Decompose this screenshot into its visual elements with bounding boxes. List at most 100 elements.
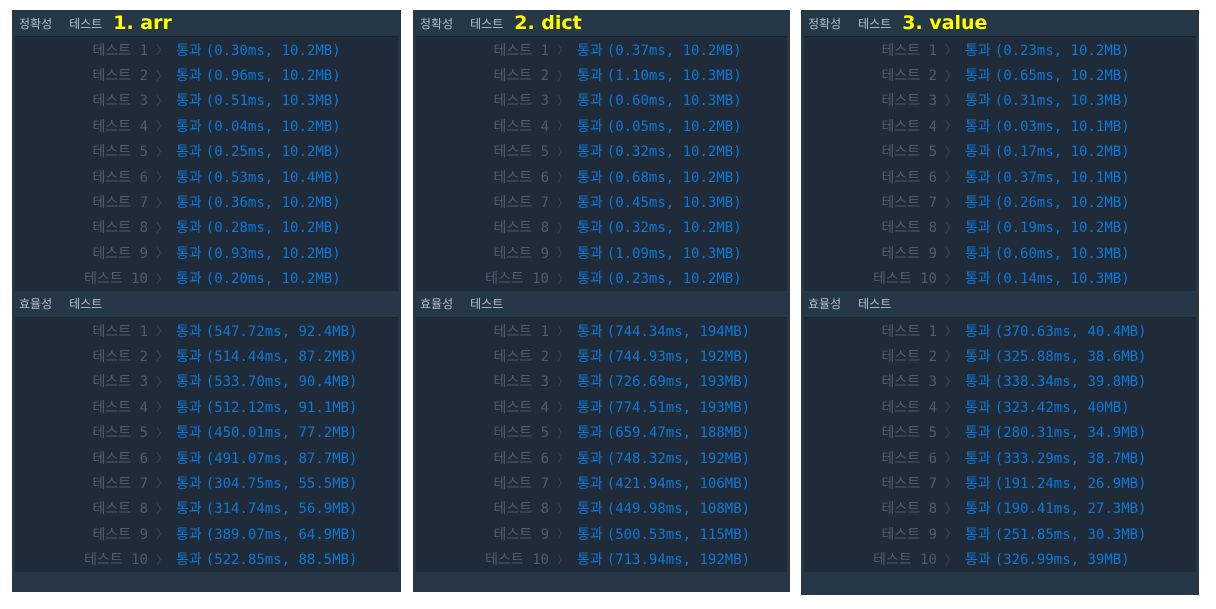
test-row[interactable]: 테스트 10 〉 통과 (326.99ms, 39MB) <box>804 546 1196 571</box>
test-row[interactable]: 테스트 8 〉 통과 (314.74ms, 56.9MB) <box>15 496 398 521</box>
test-row[interactable]: 테스트 5 〉 통과 (0.32ms, 10.2MB) <box>416 139 787 164</box>
test-row[interactable]: 테스트 1 〉 통과 (0.37ms, 10.2MB) <box>416 37 787 62</box>
test-row[interactable]: 테스트 1 〉 통과 (0.30ms, 10.2MB) <box>15 37 398 62</box>
result-metrics: (333.29ms, 38.7MB) <box>994 450 1147 467</box>
chevron-right-icon: 〉 <box>944 43 957 58</box>
test-row[interactable]: 테스트 2 〉 통과 (0.65ms, 10.2MB) <box>804 62 1196 87</box>
test-row[interactable]: 테스트 3 〉 통과 (0.51ms, 10.3MB) <box>15 88 398 113</box>
chevron-right-icon: 〉 <box>556 246 569 261</box>
test-row[interactable]: 테스트 5 〉 통과 (450.01ms, 77.2MB) <box>15 419 398 444</box>
test-row[interactable]: 테스트 3 〉 통과 (533.70ms, 90.4MB) <box>15 369 398 394</box>
test-row[interactable]: 테스트 7 〉 통과 (0.36ms, 10.2MB) <box>15 189 398 214</box>
test-row[interactable]: 테스트 1 〉 통과 (547.72ms, 92.4MB) <box>15 318 398 343</box>
pass-status: 통과 <box>965 144 991 161</box>
test-row[interactable]: 테스트 8 〉 통과 (449.98ms, 108MB) <box>416 496 787 521</box>
result-panel-value: 정확성 테스트 3. value 테스트 1 〉 통과 (0.23ms, 10.2MB… <box>801 10 1199 595</box>
test-row[interactable]: 테스트 5 〉 통과 (0.25ms, 10.2MB) <box>15 139 398 164</box>
test-result: 통과 (0.96ms, 10.2MB) <box>176 65 341 85</box>
pass-status: 통과 <box>965 552 991 569</box>
pass-status: 통과 <box>577 552 603 569</box>
test-result: 통과 (0.60ms, 10.3MB) <box>577 90 742 110</box>
test-row[interactable]: 테스트 10 〉 통과 (713.94ms, 192MB) <box>416 546 787 571</box>
test-row[interactable]: 테스트 10 〉 통과 (0.20ms, 10.2MB) <box>15 266 398 291</box>
test-row[interactable]: 테스트 8 〉 통과 (0.32ms, 10.2MB) <box>416 215 787 240</box>
pass-status: 통과 <box>577 526 603 543</box>
test-row[interactable]: 테스트 9 〉 통과 (1.09ms, 10.3MB) <box>416 240 787 265</box>
test-row[interactable]: 테스트 4 〉 통과 (512.12ms, 91.1MB) <box>15 394 398 419</box>
test-row[interactable]: 테스트 2 〉 통과 (1.10ms, 10.3MB) <box>416 62 787 87</box>
test-row[interactable]: 테스트 7 〉 통과 (0.26ms, 10.2MB) <box>804 189 1196 214</box>
test-row[interactable]: 테스트 7 〉 통과 (0.45ms, 10.3MB) <box>416 189 787 214</box>
test-row[interactable]: 테스트 4 〉 통과 (0.03ms, 10.1MB) <box>804 113 1196 138</box>
test-result: 통과 (0.37ms, 10.2MB) <box>577 40 742 60</box>
test-label: 테스트 3 <box>493 93 550 110</box>
result-metrics: (0.93ms, 10.2MB) <box>205 245 341 262</box>
test-row[interactable]: 테스트 3 〉 통과 (0.60ms, 10.3MB) <box>416 88 787 113</box>
result-metrics: (522.85ms, 88.5MB) <box>205 552 358 569</box>
test-row[interactable]: 테스트 8 〉 통과 (0.28ms, 10.2MB) <box>15 215 398 240</box>
test-label: 테스트 7 <box>92 195 149 212</box>
chevron-right-icon: 〉 <box>556 119 569 134</box>
efficiency-header: 효율성 테스트 <box>416 291 787 317</box>
test-row[interactable]: 테스트 9 〉 통과 (0.93ms, 10.2MB) <box>15 240 398 265</box>
pass-status: 통과 <box>965 118 991 135</box>
test-row[interactable]: 테스트 4 〉 통과 (0.05ms, 10.2MB) <box>416 113 787 138</box>
result-metrics: (491.07ms, 87.7MB) <box>205 450 358 467</box>
test-row[interactable]: 테스트 9 〉 통과 (500.53ms, 115MB) <box>416 521 787 546</box>
test-result: 통과 (0.17ms, 10.2MB) <box>965 141 1130 161</box>
test-row[interactable]: 테스트 1 〉 통과 (370.63ms, 40.4MB) <box>804 318 1196 343</box>
test-row[interactable]: 테스트 10 〉 통과 (0.23ms, 10.2MB) <box>416 266 787 291</box>
test-row[interactable]: 테스트 4 〉 통과 (774.51ms, 193MB) <box>416 394 787 419</box>
result-metrics: (0.23ms, 10.2MB) <box>994 42 1130 59</box>
test-row[interactable]: 테스트 7 〉 통과 (421.94ms, 106MB) <box>416 470 787 495</box>
result-metrics: (0.30ms, 10.2MB) <box>205 42 341 59</box>
test-row[interactable]: 테스트 4 〉 통과 (323.42ms, 40MB) <box>804 394 1196 419</box>
result-metrics: (389.07ms, 64.9MB) <box>205 526 358 543</box>
pass-status: 통과 <box>577 501 603 518</box>
test-row[interactable]: 테스트 9 〉 통과 (0.60ms, 10.3MB) <box>804 240 1196 265</box>
test-row[interactable]: 테스트 9 〉 통과 (251.85ms, 30.3MB) <box>804 521 1196 546</box>
test-row[interactable]: 테스트 6 〉 통과 (748.32ms, 192MB) <box>416 445 787 470</box>
test-row[interactable]: 테스트 7 〉 통과 (191.24ms, 26.9MB) <box>804 470 1196 495</box>
test-row[interactable]: 테스트 6 〉 통과 (0.68ms, 10.2MB) <box>416 164 787 189</box>
test-label: 테스트 1 <box>493 42 550 59</box>
test-row[interactable]: 테스트 10 〉 통과 (522.85ms, 88.5MB) <box>15 546 398 571</box>
test-row[interactable]: 테스트 6 〉 통과 (0.37ms, 10.1MB) <box>804 164 1196 189</box>
test-row[interactable]: 테스트 8 〉 통과 (190.41ms, 27.3MB) <box>804 496 1196 521</box>
test-row[interactable]: 테스트 9 〉 통과 (389.07ms, 64.9MB) <box>15 521 398 546</box>
accuracy-subtitle: 테스트 <box>69 16 103 31</box>
test-result: 통과 (774.51ms, 193MB) <box>577 397 750 417</box>
test-row[interactable]: 테스트 6 〉 통과 (491.07ms, 87.7MB) <box>15 445 398 470</box>
test-row[interactable]: 테스트 8 〉 통과 (0.19ms, 10.2MB) <box>804 215 1196 240</box>
test-row[interactable]: 테스트 5 〉 통과 (280.31ms, 34.9MB) <box>804 419 1196 444</box>
test-row[interactable]: 테스트 6 〉 통과 (0.53ms, 10.4MB) <box>15 164 398 189</box>
result-metrics: (0.53ms, 10.4MB) <box>205 169 341 186</box>
result-metrics: (0.19ms, 10.2MB) <box>994 220 1130 237</box>
test-row[interactable]: 테스트 7 〉 통과 (304.75ms, 55.5MB) <box>15 470 398 495</box>
test-row[interactable]: 테스트 10 〉 통과 (0.14ms, 10.3MB) <box>804 266 1196 291</box>
test-row[interactable]: 테스트 3 〉 통과 (726.69ms, 193MB) <box>416 369 787 394</box>
test-row[interactable]: 테스트 1 〉 통과 (0.23ms, 10.2MB) <box>804 37 1196 62</box>
test-result: 통과 (0.51ms, 10.3MB) <box>176 90 341 110</box>
pass-status: 통과 <box>965 169 991 186</box>
test-row[interactable]: 테스트 2 〉 통과 (325.88ms, 38.6MB) <box>804 343 1196 368</box>
test-row[interactable]: 테스트 1 〉 통과 (744.34ms, 194MB) <box>416 318 787 343</box>
test-row[interactable]: 테스트 2 〉 통과 (514.44ms, 87.2MB) <box>15 343 398 368</box>
test-label: 테스트 4 <box>881 399 938 416</box>
pass-status: 통과 <box>176 271 202 288</box>
test-row[interactable]: 테스트 3 〉 통과 (338.34ms, 39.8MB) <box>804 369 1196 394</box>
test-row[interactable]: 테스트 4 〉 통과 (0.04ms, 10.2MB) <box>15 113 398 138</box>
test-row[interactable]: 테스트 2 〉 통과 (744.93ms, 192MB) <box>416 343 787 368</box>
test-row[interactable]: 테스트 2 〉 통과 (0.96ms, 10.2MB) <box>15 62 398 87</box>
efficiency-test-list: 테스트 1 〉 통과 (547.72ms, 92.4MB) 테스트 2 〉 통과 (514.… <box>15 316 398 572</box>
test-label: 테스트 7 <box>493 475 550 492</box>
test-row[interactable]: 테스트 6 〉 통과 (333.29ms, 38.7MB) <box>804 445 1196 470</box>
test-row[interactable]: 테스트 5 〉 통과 (659.47ms, 188MB) <box>416 419 787 444</box>
test-row[interactable]: 테스트 3 〉 통과 (0.31ms, 10.3MB) <box>804 88 1196 113</box>
test-result: 통과 (325.88ms, 38.6MB) <box>965 346 1146 366</box>
test-row[interactable]: 테스트 5 〉 통과 (0.17ms, 10.2MB) <box>804 139 1196 164</box>
chevron-right-icon: 〉 <box>155 144 168 159</box>
test-result: 통과 (370.63ms, 40.4MB) <box>965 321 1146 341</box>
pass-status: 통과 <box>965 399 991 416</box>
result-metrics: (0.26ms, 10.2MB) <box>994 195 1130 212</box>
